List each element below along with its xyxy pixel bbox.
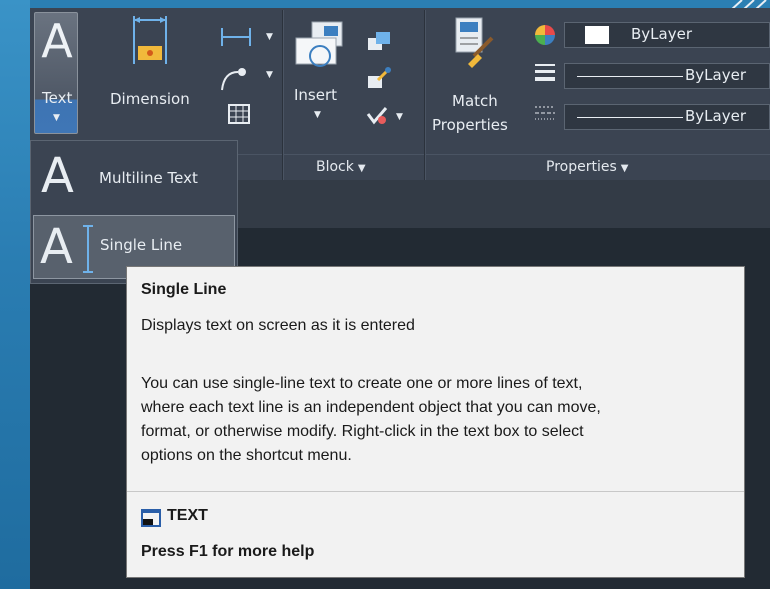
autocad-window: A Text ▼ Dimension ▼ ▼ Insert ▼ ▼ Block … xyxy=(30,8,770,589)
linetype-icon xyxy=(535,106,555,120)
tooltip: Single Line Displays text on screen as i… xyxy=(126,266,745,578)
tooltip-divider xyxy=(127,491,744,492)
panel-separator xyxy=(424,10,425,180)
color-combo[interactable]: ByLayer xyxy=(564,22,770,48)
line-preview xyxy=(577,117,683,118)
match-properties-icon xyxy=(455,17,494,68)
table-icon[interactable] xyxy=(228,104,250,124)
match-label-line2: Properties xyxy=(432,116,508,134)
menu-item-multiline-text[interactable]: A Multiline Text xyxy=(33,145,235,209)
menu-item-label: Multiline Text xyxy=(99,169,198,187)
command-line-icon xyxy=(141,509,161,527)
text-dropdown-menu: A Multiline Text A Single Line xyxy=(30,140,238,284)
block-panel-title[interactable]: Block ▼ xyxy=(316,156,366,178)
color-swatch xyxy=(585,26,609,44)
insert-label: Insert xyxy=(294,86,338,104)
match-properties-button[interactable]: Match Properties xyxy=(430,16,526,136)
linear-dimension-icon[interactable] xyxy=(218,26,258,48)
chevron-down-icon: ▼ xyxy=(53,113,60,123)
color-wheel-icon xyxy=(535,25,555,45)
multiline-text-icon: A xyxy=(41,148,74,204)
desktop-background xyxy=(0,0,30,589)
tooltip-body-line: format, or otherwise modify. Right-click… xyxy=(141,423,584,440)
chevron-down-icon[interactable]: ▼ xyxy=(266,32,273,42)
leader-icon[interactable] xyxy=(218,64,258,92)
dimension-label: Dimension xyxy=(110,90,190,108)
edit-block-icon[interactable] xyxy=(366,66,392,90)
tooltip-title: Single Line xyxy=(141,281,227,298)
tooltip-body-line: options on the shortcut menu. xyxy=(141,447,352,464)
linetype-combo-value: ByLayer xyxy=(685,66,746,84)
menu-item-label: Single Line xyxy=(100,236,183,254)
dimension-icon xyxy=(133,16,167,64)
text-button[interactable]: A Text ▼ xyxy=(34,12,78,134)
tooltip-command: TEXT xyxy=(167,507,208,524)
linetype-combo[interactable]: ByLayer xyxy=(564,63,770,89)
lineweight-combo-value: ByLayer xyxy=(685,107,746,125)
text-button-label: Text xyxy=(42,89,73,107)
insert-button[interactable]: Insert ▼ xyxy=(288,16,358,126)
lineweight-icon xyxy=(535,64,555,81)
text-cursor-icon xyxy=(83,225,93,273)
tooltip-body-line: where each text line is an independent o… xyxy=(141,399,601,416)
chevron-down-icon[interactable]: ▼ xyxy=(396,112,403,122)
tooltip-body-line: You can use single-line text to create o… xyxy=(141,375,583,392)
match-label-line1: Match xyxy=(452,92,498,110)
line-preview xyxy=(577,76,683,77)
create-block-icon[interactable] xyxy=(366,30,392,52)
properties-panel-title[interactable]: Properties ▼ xyxy=(546,156,628,178)
insert-block-icon xyxy=(295,21,343,67)
tooltip-help-hint: Press F1 for more help xyxy=(141,543,315,560)
text-a-icon: A xyxy=(41,14,73,68)
single-line-text-icon: A xyxy=(40,219,73,275)
tooltip-summary: Displays text on screen as it is entered xyxy=(141,317,415,334)
block-attributes-icon[interactable] xyxy=(364,104,390,128)
color-combo-value: ByLayer xyxy=(631,25,692,43)
panel-separator xyxy=(282,10,283,180)
chevron-down-icon: ▼ xyxy=(314,110,321,120)
lineweight-combo[interactable]: ByLayer xyxy=(564,104,770,130)
dimension-button[interactable]: Dimension xyxy=(110,14,210,134)
chevron-down-icon[interactable]: ▼ xyxy=(266,70,273,80)
